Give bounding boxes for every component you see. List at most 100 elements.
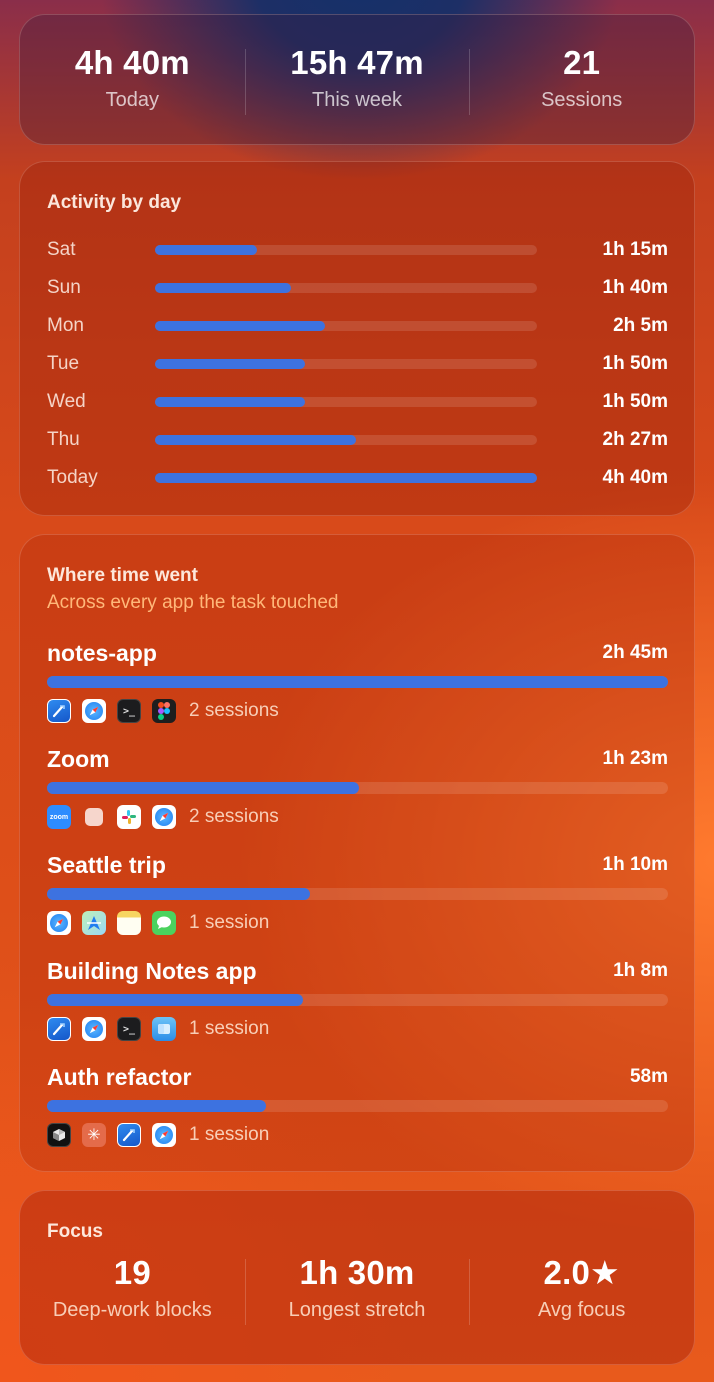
day-value: 2h 27m (602, 429, 668, 450)
day-row-mon: Mon 2h 5m (47, 313, 668, 339)
summary-card: 4h 40m Today 15h 47m This week 21 Sessio… (19, 14, 695, 145)
stat-label: This week (311, 89, 403, 111)
project-time: 2h 45m (602, 642, 668, 663)
stat-this-week: 15h 47m This week (244, 43, 470, 115)
project-app-icons: 1 session (47, 910, 269, 936)
project-row-seattle-trip[interactable]: Seattle trip 1h 10m 1 session (47, 850, 668, 950)
day-bar-track (155, 397, 537, 407)
day-bar-fill (155, 435, 356, 445)
project-name: Zoom (47, 746, 110, 772)
xcode-icon (117, 1123, 141, 1147)
stat-sessions: 21 Sessions (469, 43, 694, 115)
safari-icon (82, 1017, 106, 1041)
terminal-icon: >_ (117, 699, 141, 723)
day-label: Today (47, 467, 98, 488)
day-value: 1h 50m (602, 353, 668, 374)
project-row-notes-app[interactable]: notes-app 2h 45m >_ 2 sessions (47, 638, 668, 738)
day-label: Sun (47, 277, 81, 298)
project-bar-fill (47, 994, 303, 1006)
slack-icon (117, 805, 141, 829)
maps-icon (82, 911, 106, 935)
project-bar-track (47, 782, 668, 794)
focus-card: Focus 19 Deep-work blocks 1h 30m Longest… (19, 1190, 695, 1365)
project-bar-fill (47, 888, 311, 900)
day-bar-track (155, 245, 537, 255)
project-name: Auth refactor (47, 1064, 192, 1090)
day-bar-fill (155, 473, 537, 483)
stat-label: Avg focus (537, 1299, 626, 1321)
day-value: 4h 40m (602, 467, 668, 488)
day-bar-fill (155, 283, 292, 293)
project-app-icons: ✳ 1 session (47, 1122, 269, 1148)
day-row-wed: Wed 1h 50m (47, 389, 668, 415)
xcode-icon (47, 1017, 71, 1041)
day-label: Sat (47, 239, 76, 260)
day-bar-fill (155, 321, 326, 331)
day-bar-track (155, 283, 537, 293)
project-bar-fill (47, 782, 360, 794)
project-name: Seattle trip (47, 852, 166, 878)
stat-longest-stretch: 1h 30m Longest stretch (244, 1253, 470, 1325)
day-bar-fill (155, 245, 258, 255)
day-bar-track (155, 435, 537, 445)
day-bar-track (155, 359, 537, 369)
safari-icon (152, 805, 176, 829)
project-sessions: 1 session (189, 1018, 270, 1039)
project-app-icons: >_ 1 session (47, 1016, 269, 1042)
stat-value: 19 (113, 1254, 151, 1291)
stat-label: Deep-work blocks (52, 1299, 212, 1321)
day-label: Mon (47, 315, 84, 336)
project-time: 1h 23m (602, 748, 668, 769)
blank-app-icon (85, 808, 103, 826)
project-row-building-notes-app[interactable]: Building Notes app 1h 8m >_ 1 session (47, 956, 668, 1056)
project-name: notes-app (47, 640, 157, 666)
activity-title: Activity by day (47, 192, 182, 213)
project-bar-fill (47, 1100, 266, 1112)
stat-value: 1h 30m (299, 1254, 415, 1291)
project-time: 58m (629, 1066, 668, 1087)
stat-value: 4h 40m (74, 44, 190, 81)
summary-stats: 4h 40m Today 15h 47m This week 21 Sessio… (20, 43, 694, 115)
stat-value: 2.0★ (543, 1254, 620, 1291)
day-row-sat: Sat 1h 15m (47, 237, 668, 263)
day-value: 2h 5m (613, 315, 668, 336)
stat-label: Longest stretch (288, 1299, 426, 1321)
project-name: Building Notes app (47, 958, 257, 984)
project-bar-track (47, 994, 668, 1006)
project-sessions: 1 session (189, 1124, 270, 1145)
day-label: Wed (47, 391, 86, 412)
notes-icon (117, 911, 141, 935)
project-row-auth-refactor[interactable]: Auth refactor 58m ✳ 1 session (47, 1062, 668, 1162)
day-row-tue: Tue 1h 50m (47, 351, 668, 377)
claude-icon: ✳ (82, 1123, 106, 1147)
project-sessions: 2 sessions (189, 806, 279, 827)
day-value: 1h 40m (602, 277, 668, 298)
project-bar-fill (47, 676, 668, 688)
project-bar-track (47, 676, 668, 688)
day-label: Tue (47, 353, 80, 374)
day-value: 1h 15m (602, 239, 668, 260)
activity-card: Activity by day Sat 1h 15m Sun 1h 40m Mo… (19, 161, 695, 516)
project-app-icons: zoom 2 sessions (47, 804, 279, 830)
focus-stats: 19 Deep-work blocks 1h 30m Longest stret… (20, 1253, 694, 1325)
day-bar-fill (155, 397, 306, 407)
project-time: 1h 10m (602, 854, 668, 875)
stat-label: Sessions (541, 89, 623, 111)
stat-value: 15h 47m (290, 44, 424, 81)
project-row-zoom[interactable]: Zoom 1h 23m zoom 2 sessions (47, 744, 668, 844)
day-bar-track (155, 473, 537, 483)
where-time-went-card: Where time went Across every app the tas… (19, 534, 695, 1172)
project-bar-track (47, 888, 668, 900)
finder-icon (152, 1017, 176, 1041)
day-row-today: Today 4h 40m (47, 465, 668, 491)
project-sessions: 2 sessions (189, 700, 279, 721)
where-subtitle: Across every app the task touched (47, 592, 339, 613)
safari-icon (152, 1123, 176, 1147)
stat-value: 21 (563, 44, 601, 81)
stat-today: 4h 40m Today (20, 43, 245, 113)
project-time: 1h 8m (613, 960, 668, 981)
zoom-icon: zoom (47, 805, 71, 829)
day-row-sun: Sun 1h 40m (47, 275, 668, 301)
safari-icon (82, 699, 106, 723)
project-bar-track (47, 1100, 668, 1112)
